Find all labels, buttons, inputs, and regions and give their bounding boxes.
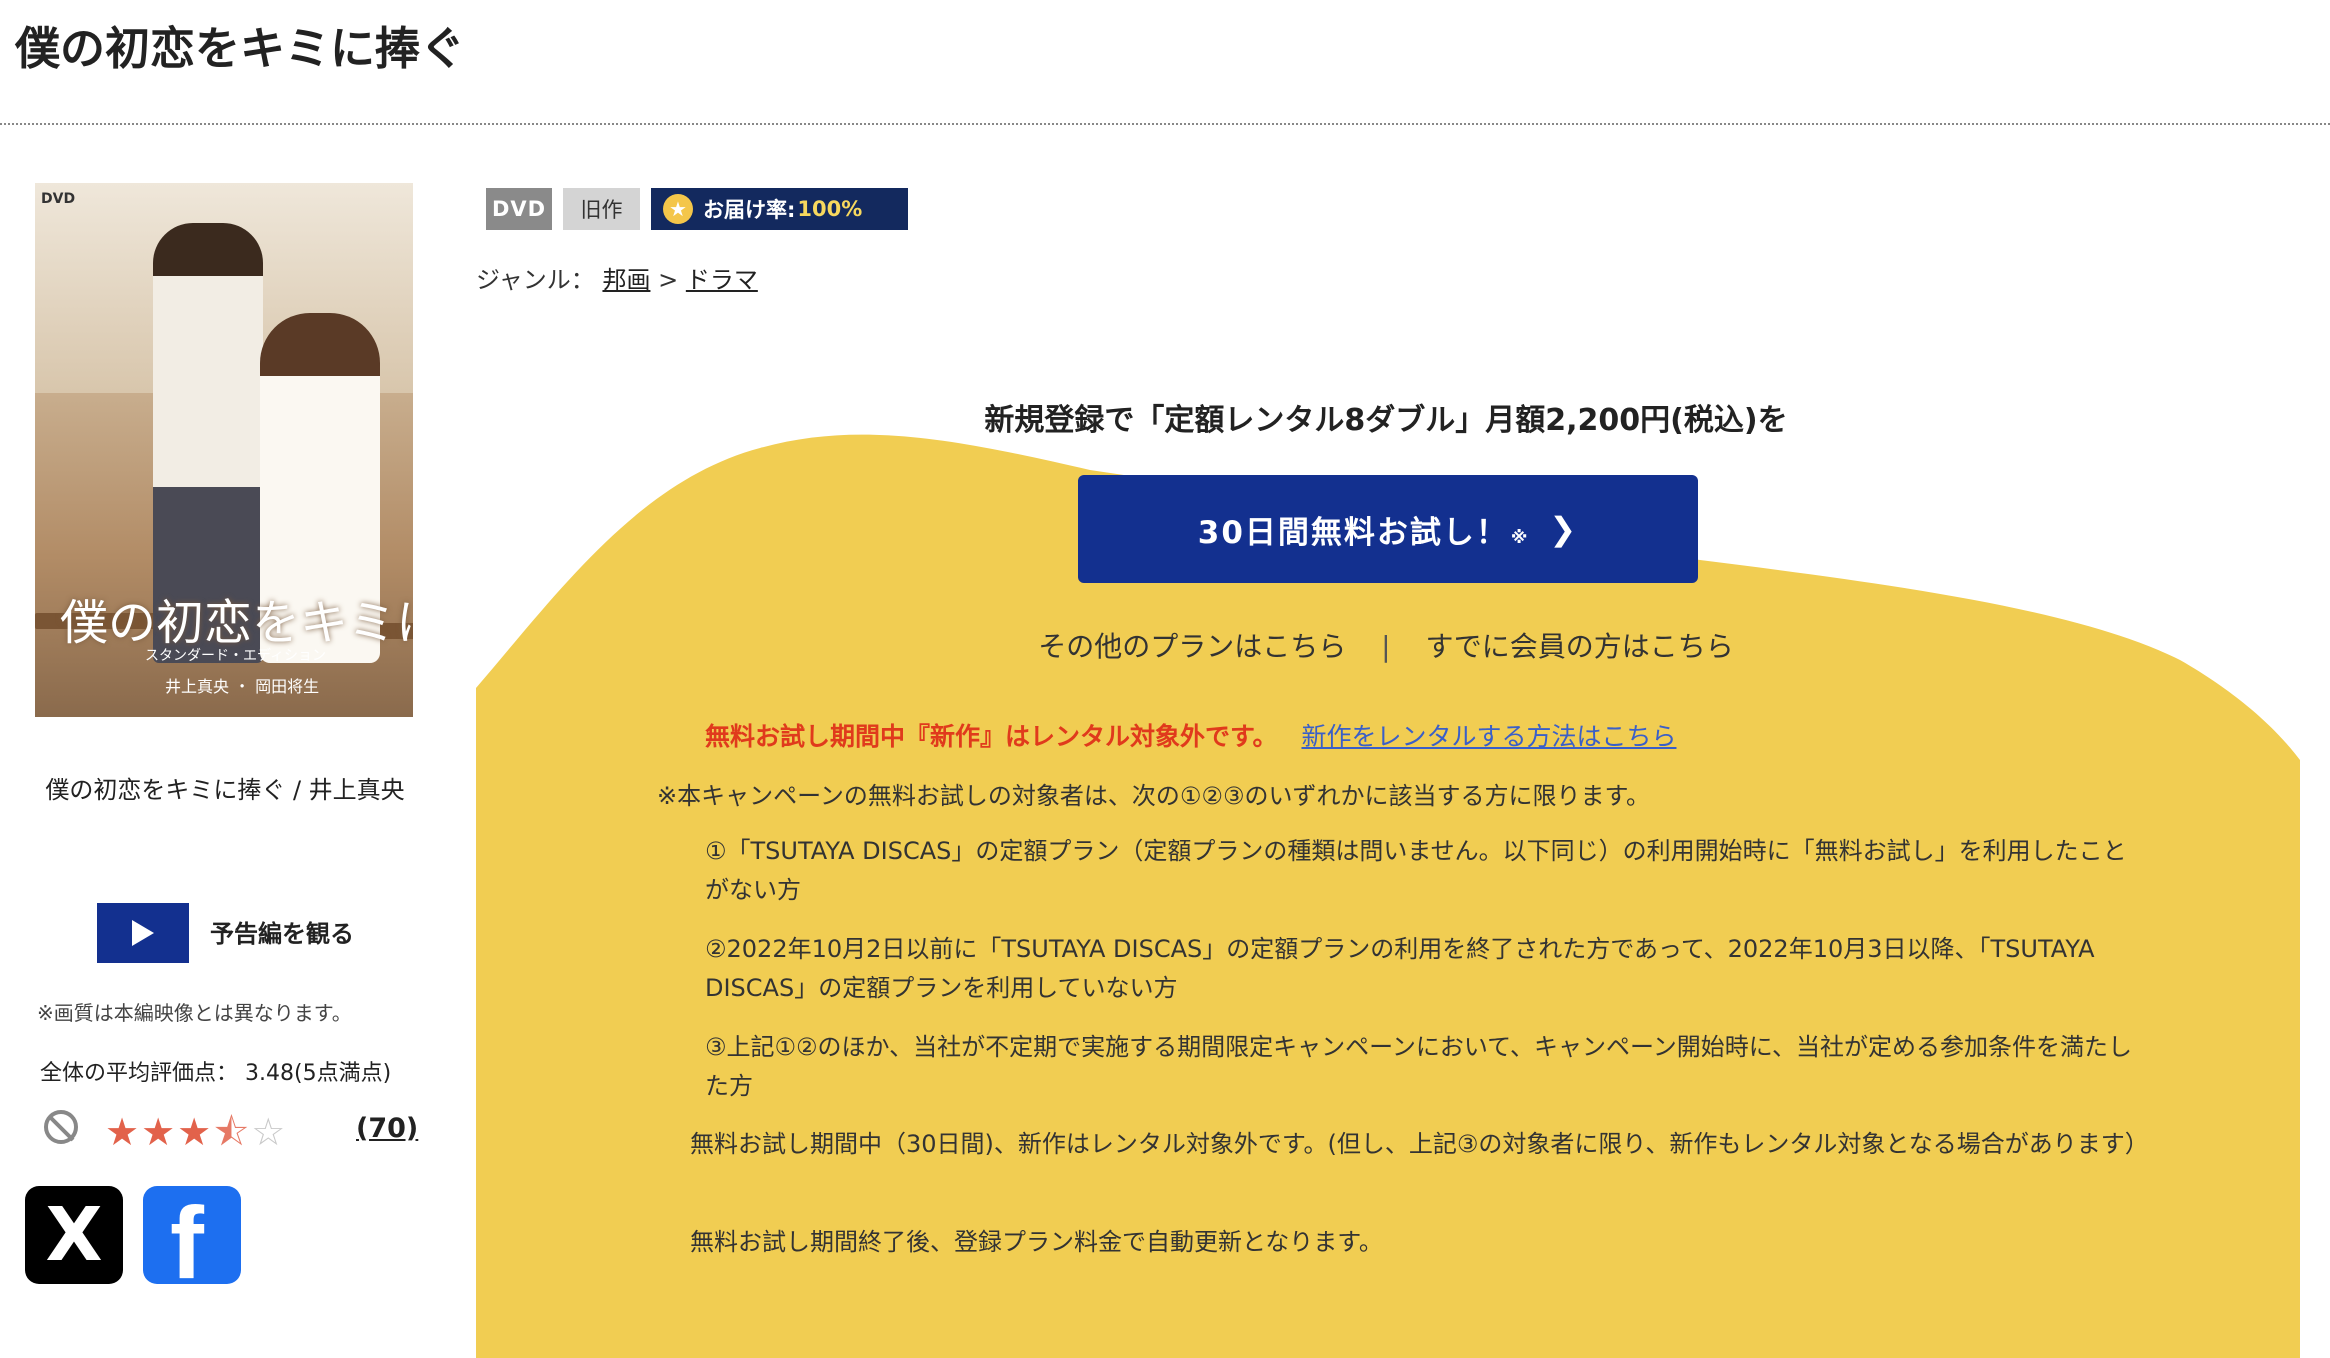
new-release-warning: 無料お試し期間中『新作』はレンタル対象外です。 新作をレンタルする方法はこちら: [705, 717, 1676, 753]
genre-link-drama[interactable]: ドラマ: [686, 266, 758, 294]
facebook-logo-icon: f: [170, 1186, 204, 1284]
half-star-icon: ⯪: [213, 1110, 252, 1154]
genre-label: ジャンル：: [476, 266, 595, 294]
other-plans-link[interactable]: その他のプランはこちら: [1038, 630, 1346, 663]
delivery-rate-value: 100%: [797, 197, 863, 221]
cover-dvd-logo: DVD: [41, 191, 76, 207]
campaign-headline: 新規登録で「定額レンタル8ダブル」月額2,200円(税込)を: [984, 403, 1788, 438]
empty-star-icon: ☆: [251, 1110, 288, 1154]
star-medal-icon: ★: [663, 194, 693, 224]
free-trial-button[interactable]: 30日間無料お試し！ ※ ❯: [1078, 475, 1698, 583]
dvd-cover-image[interactable]: DVD 僕の初恋をキミに捧ぐ スタンダード・エディション 井上真央 ・ 岡田将生: [35, 183, 413, 717]
chevron-right-icon: ❯: [1549, 510, 1579, 548]
cover-cast: 井上真央 ・ 岡田将生: [165, 677, 320, 696]
warning-text: 無料お試し期間中『新作』はレンタル対象外です。: [705, 722, 1278, 751]
average-rating-label: 全体の平均評価点：: [40, 1061, 239, 1086]
link-separator: |: [1381, 630, 1391, 663]
free-trial-note-mark: ※: [1510, 528, 1530, 548]
genre-link-hougaku[interactable]: 邦画: [602, 266, 650, 294]
campaign-terms: ※本キャンペーンの無料お試しの対象者は、次の①②③のいずれかに該当する方に限りま…: [657, 782, 1651, 810]
condition-item: ①「TSUTAYA DISCAS」の定額プラン（定額プランの種類は問いません。以…: [705, 837, 2127, 904]
trailer-play-button[interactable]: [97, 903, 189, 963]
star-icon: ★: [177, 1110, 214, 1154]
auto-renewal-note: 無料お試し期間終了後、登録プラン料金で自動更新となります。: [690, 1228, 1383, 1256]
cover-title: 僕の初恋をキミに捧ぐ: [60, 595, 413, 651]
cover-caption: 僕の初恋をキミに捧ぐ / 井上真央: [45, 776, 405, 804]
condition-item: ②2022年10月2日以前に「TSUTAYA DISCAS」の定額プランの利用を…: [705, 935, 2095, 1002]
not-interested-icon[interactable]: [44, 1110, 78, 1144]
facebook-share-button[interactable]: f: [143, 1186, 241, 1284]
average-rating: 全体の平均評価点： 3.48(5点満点): [40, 1055, 391, 1087]
delivery-rate-label: お届け率:: [703, 198, 796, 222]
average-rating-score: 3.48(5点満点): [245, 1061, 392, 1086]
free-trial-label: 30日間無料お試し！: [1197, 514, 1509, 551]
old-release-badge: 旧作: [563, 188, 640, 230]
review-count-link[interactable]: (70): [356, 1113, 418, 1144]
trailer-label[interactable]: 予告編を観る: [210, 914, 354, 949]
star-icon: ★: [141, 1110, 178, 1154]
new-release-rental-link[interactable]: 新作をレンタルする方法はこちら: [1301, 722, 1676, 751]
genre-breadcrumb: ジャンル： 邦画 > ドラマ: [476, 260, 758, 295]
genre-separator: >: [658, 266, 679, 294]
plan-links: その他のプランはこちら | すでに会員の方はこちら: [475, 625, 2297, 665]
x-share-button[interactable]: X: [25, 1186, 123, 1284]
dvd-badge: DVD: [486, 188, 552, 230]
title-divider: [0, 123, 2330, 125]
quality-note: ※画質は本編映像とは異なります。: [37, 1001, 352, 1025]
page-title: 僕の初恋をキミに捧ぐ: [15, 22, 466, 75]
member-login-link[interactable]: すでに会員の方はこちら: [1425, 630, 1733, 663]
trial-period-note: 無料お試し期間中（30日間)、新作はレンタル対象外です。(但し、上記③の対象者に…: [690, 1130, 2149, 1158]
cover-subtitle: スタンダード・エディション: [145, 648, 327, 664]
x-logo-icon: X: [45, 1192, 103, 1278]
delivery-rate-badge: ★ お届け率: 100%: [651, 188, 908, 230]
rating-stars[interactable]: ★★★⯪☆: [105, 1104, 287, 1169]
play-icon: [132, 920, 154, 946]
star-icon: ★: [105, 1110, 142, 1154]
condition-item: ③上記①②のほか、当社が不定期で実施する期間限定キャンペーンにおいて、キャンペー…: [705, 1033, 2133, 1100]
